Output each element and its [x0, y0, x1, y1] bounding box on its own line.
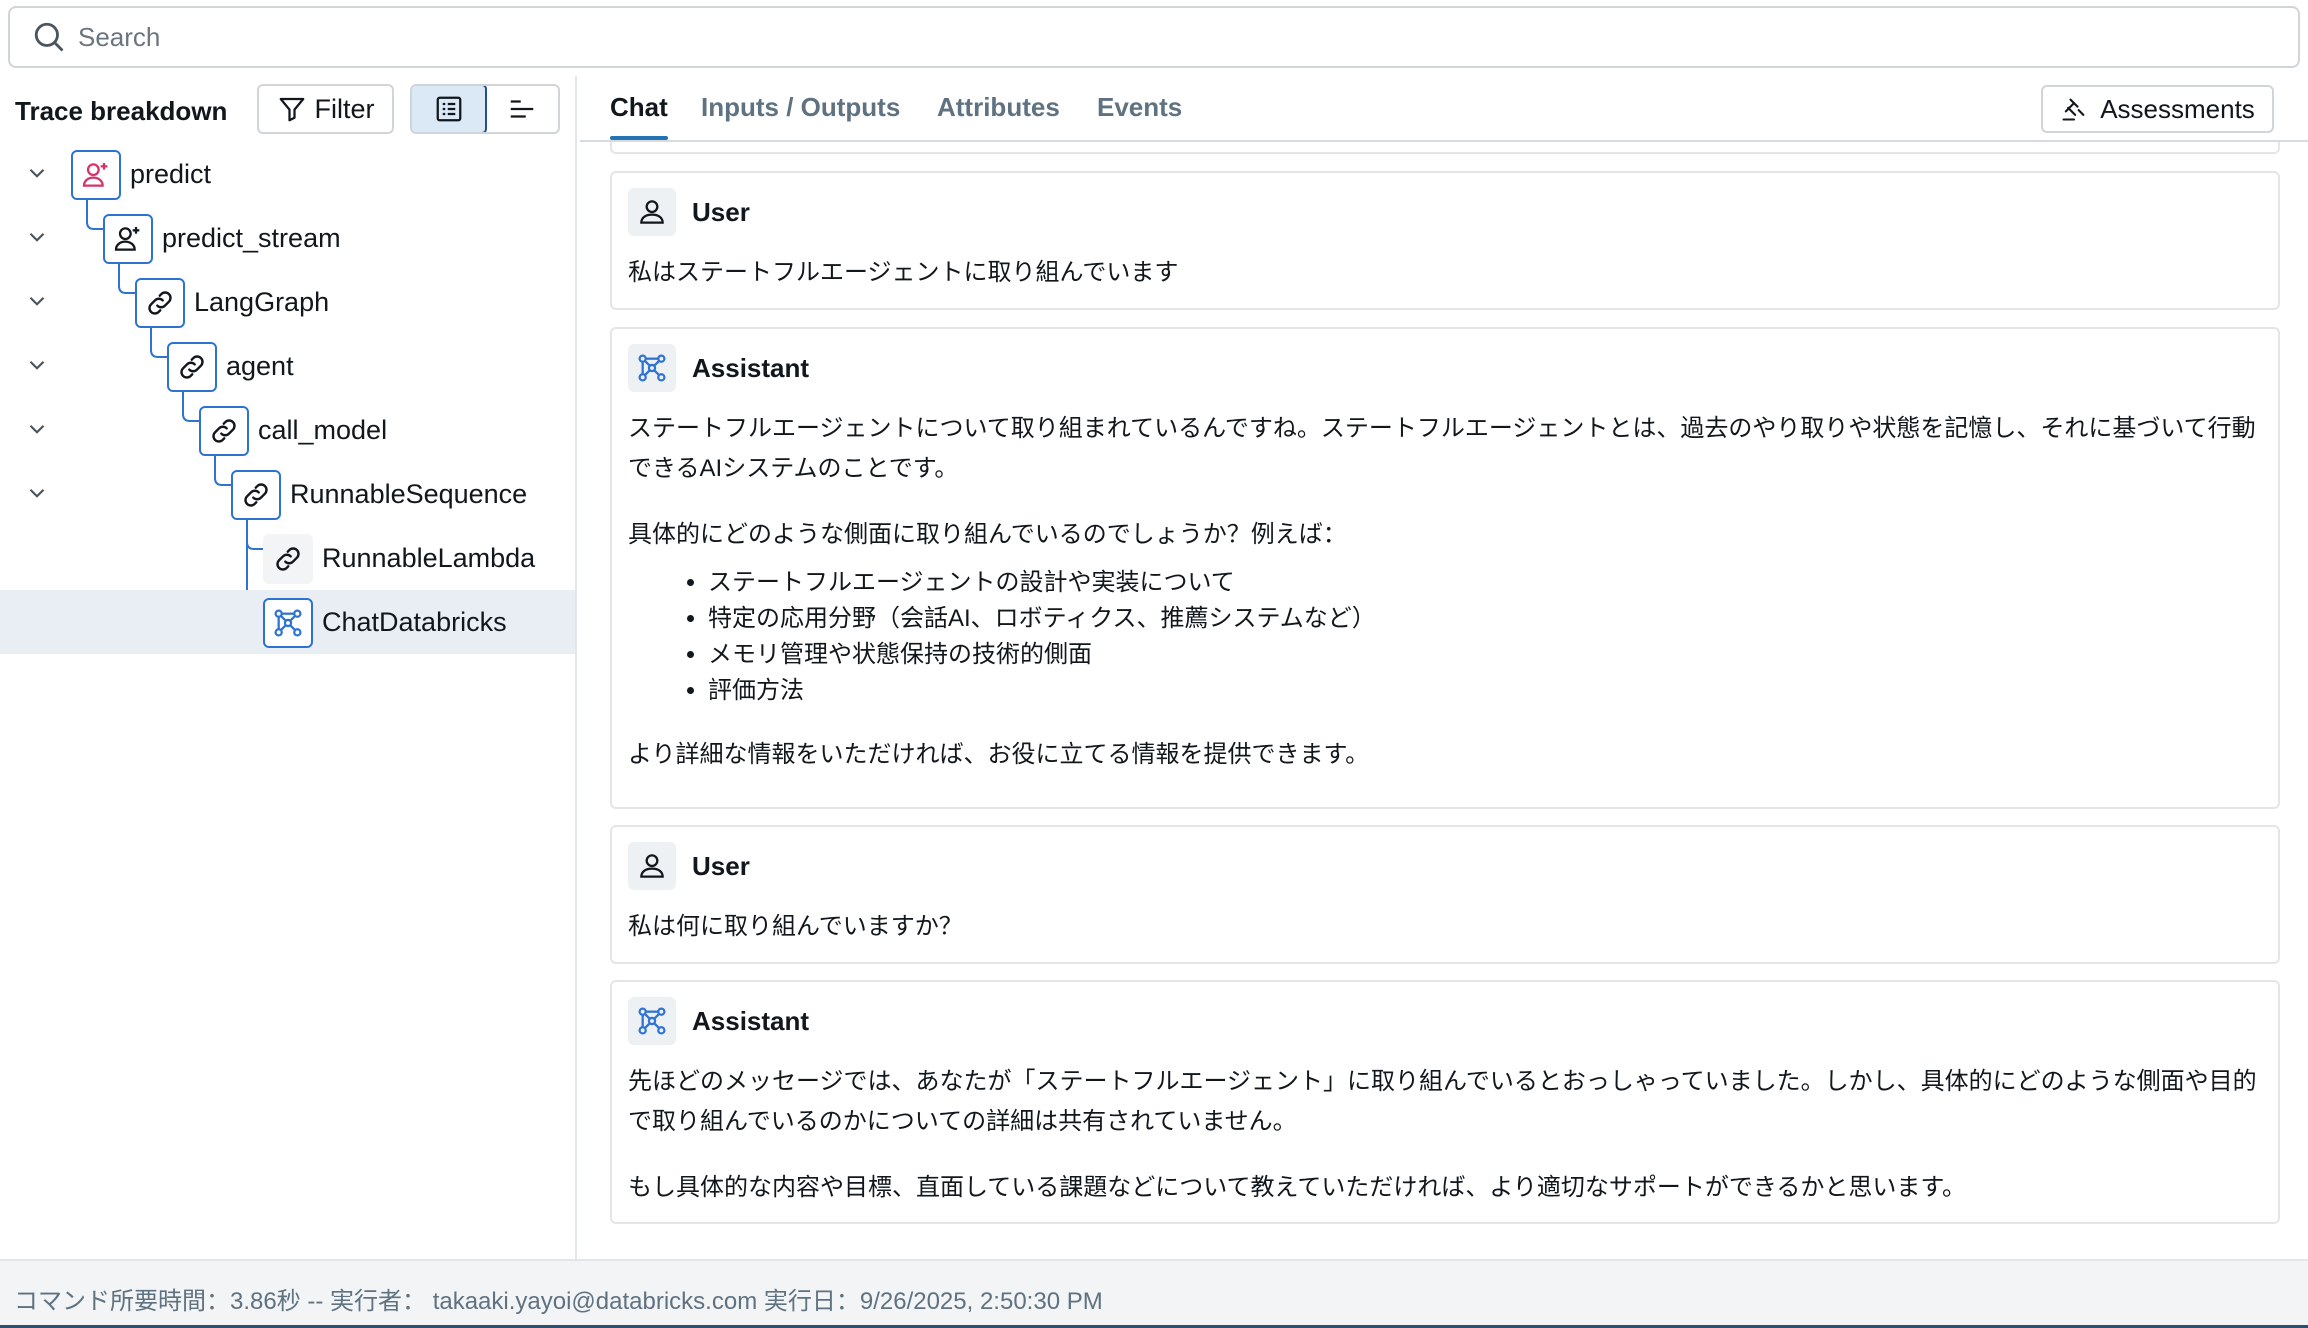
filter-icon	[279, 97, 304, 122]
chevron-down-icon[interactable]	[24, 416, 50, 442]
list-item: ステートフルエージェントの設計や実装について	[708, 565, 2262, 601]
tree-row-runnablelambda[interactable]: RunnableLambda	[0, 526, 575, 590]
tree-row-call-model[interactable]: call_model	[0, 398, 575, 462]
message-assistant: Assistant ステートフルエージェントについて取り組まれているんですね。ス…	[610, 327, 2280, 809]
tree-row-agent[interactable]: agent	[0, 334, 575, 398]
chevron-down-icon[interactable]	[24, 288, 50, 314]
detail-tabs: Chat Inputs / Outputs Attributes Events …	[580, 76, 2308, 142]
timeline-view-button[interactable]	[485, 86, 558, 132]
search-icon	[34, 22, 64, 52]
tree-label: ChatDatabricks	[322, 607, 507, 637]
tree-label: call_model	[258, 415, 388, 445]
filter-button[interactable]: Filter	[257, 84, 394, 134]
tree-row-runnablesequence[interactable]: RunnableSequence	[0, 462, 575, 526]
span-tree: predict predict_stream LangGraph agent c…	[0, 142, 575, 1259]
agent-icon	[103, 214, 153, 264]
link-icon	[199, 406, 249, 456]
tree-view-button[interactable]	[412, 86, 487, 132]
message-text: 私はステートフルエージェントに取り組んでいます	[628, 259, 1179, 286]
chevron-down-icon[interactable]	[24, 352, 50, 378]
message-text: 具体的にどのような側面に取り組んでいるのでしょうか？例えば：	[628, 521, 1347, 548]
message-role: User	[692, 196, 750, 227]
tree-row-chatdatabricks[interactable]: ChatDatabricks	[0, 590, 575, 654]
message-text: 先ほどのメッセージでは、あなたが「ステートフルエージェント」に取り組んでいるとお…	[628, 1068, 2257, 1135]
search-placeholder: Search	[78, 21, 161, 52]
link-icon	[167, 342, 217, 392]
tree-row-langgraph[interactable]: LangGraph	[0, 270, 575, 334]
message-assistant: Assistant 先ほどのメッセージでは、あなたが「ステートフルエージェント」…	[610, 980, 2280, 1224]
message-text: ステートフルエージェントについて取り組まれているんですね。ステートフルエージェン…	[628, 415, 2256, 482]
message-user: User 私はステートフルエージェントに取り組んでいます	[610, 171, 2280, 310]
list-item: 評価方法	[708, 673, 2262, 709]
assistant-icon	[628, 997, 676, 1045]
tree-label: LangGraph	[194, 287, 330, 317]
tree-label: RunnableSequence	[290, 479, 528, 509]
message-text: もし具体的な内容や目標、直面している課題などについて教えていただければ、より適切…	[628, 1174, 1966, 1201]
command-status-footer: コマンド所要時間：3.86秒 -- 実行者： takaaki.yayoi@dat…	[0, 1259, 2308, 1328]
tree-label: RunnableLambda	[322, 543, 536, 573]
list-tree-icon	[436, 96, 461, 122]
tree-row-predict-stream[interactable]: predict_stream	[0, 206, 575, 270]
tab-attributes[interactable]: Attributes	[937, 92, 1060, 123]
link-icon	[135, 278, 185, 328]
gavel-icon	[2062, 98, 2085, 121]
tree-label: predict	[130, 159, 212, 189]
link-icon	[231, 470, 281, 520]
assessments-button[interactable]: Assessments	[2041, 85, 2274, 133]
search-bar[interactable]: Search	[8, 6, 2300, 68]
tree-row-predict[interactable]: predict	[0, 142, 575, 206]
link-icon	[263, 534, 313, 584]
agent-icon	[71, 150, 121, 200]
user-icon	[628, 188, 676, 236]
chat-messages: User 私はステートフルエージェントに取り組んでいます Assistant ス…	[610, 142, 2280, 1256]
message-role: User	[692, 850, 750, 881]
timeline-icon	[510, 100, 533, 118]
message-user: User 私は何に取り組んでいますか？	[610, 825, 2280, 964]
trace-breakdown-panel: Trace breakdown Filter predict predict_s…	[0, 76, 577, 1259]
view-mode-toggle	[410, 84, 560, 134]
tab-chat[interactable]: Chat	[610, 92, 668, 140]
assistant-icon	[628, 344, 676, 392]
tab-inputs-outputs[interactable]: Inputs / Outputs	[701, 92, 900, 123]
trace-breakdown-title: Trace breakdown	[15, 96, 228, 126]
command-status-text: コマンド所要時間：3.86秒 -- 実行者： takaaki.yayoi@dat…	[14, 1288, 1103, 1315]
list-item: メモリ管理や状態保持の技術的側面	[708, 637, 2262, 673]
trace-breakdown-header: Trace breakdown Filter	[0, 76, 575, 142]
message-bullet-list: ステートフルエージェントの設計や実装について 特定の応用分野（会話AI、ロボティ…	[708, 565, 2262, 709]
filter-label: Filter	[314, 93, 375, 124]
chevron-down-icon[interactable]	[24, 224, 50, 250]
list-item: 特定の応用分野（会話AI、ロボティクス、推薦システムなど）	[708, 601, 2262, 637]
message-text: 私は何に取り組んでいますか？	[628, 913, 963, 940]
tree-label: agent	[226, 351, 294, 381]
message-text: より詳細な情報をいただければ、お役に立てる情報を提供できます。	[628, 741, 1370, 768]
previous-message-edge	[610, 142, 2280, 154]
chevron-down-icon[interactable]	[24, 160, 50, 186]
message-role: Assistant	[692, 352, 810, 383]
chevron-down-icon[interactable]	[24, 480, 50, 506]
assessments-label: Assessments	[2100, 93, 2255, 124]
tab-events[interactable]: Events	[1097, 92, 1182, 123]
model-icon	[263, 598, 313, 648]
message-role: Assistant	[692, 1005, 810, 1036]
user-icon	[628, 842, 676, 890]
tree-label: predict_stream	[162, 223, 341, 253]
